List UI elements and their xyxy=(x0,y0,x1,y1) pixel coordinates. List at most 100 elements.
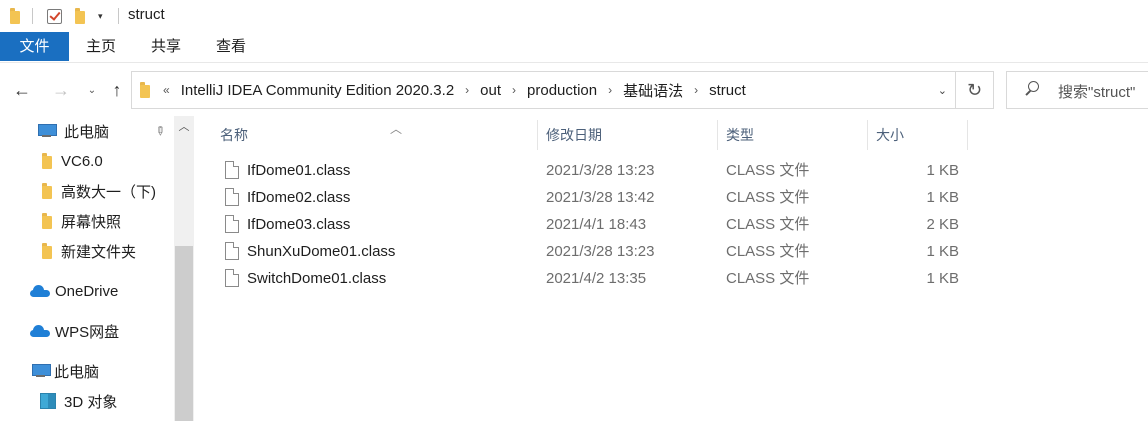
search-placeholder: 搜索"struct" xyxy=(1058,84,1136,101)
file-icon xyxy=(225,215,239,233)
column-header-type[interactable]: 类型 xyxy=(719,120,867,150)
recent-locations-chevron-icon[interactable]: ⌄ xyxy=(81,79,103,101)
file-modified: 2021/3/28 13:23 xyxy=(546,243,655,260)
table-row[interactable]: ShunXuDome01.class 2021/3/28 13:23 CLASS… xyxy=(194,238,1148,265)
column-divider[interactable] xyxy=(537,120,538,150)
file-name: IfDome01.class xyxy=(247,162,351,179)
cloud-icon xyxy=(30,325,50,337)
file-icon xyxy=(225,269,239,287)
nav-item-vc6[interactable]: VC6.0 xyxy=(42,148,103,174)
tab-share[interactable]: 共享 xyxy=(141,32,191,61)
file-list: ︿ 名称 修改日期 类型 大小 IfDome01.class 2021/3/28… xyxy=(194,116,1148,421)
nav-item-this-pc[interactable]: 此电脑 xyxy=(32,358,99,384)
file-name: ShunXuDome01.class xyxy=(247,243,396,260)
folder-icon xyxy=(42,213,52,229)
chevron-right-icon[interactable]: › xyxy=(689,83,703,97)
search-icon xyxy=(1025,81,1039,95)
nav-item-label: 3D 对象 xyxy=(64,393,118,411)
table-row[interactable]: IfDome02.class 2021/3/28 13:42 CLASS 文件 … xyxy=(194,184,1148,211)
column-header-label: 名称 xyxy=(220,127,248,143)
file-type: CLASS 文件 xyxy=(726,270,810,287)
nav-item-new-folder[interactable]: 新建文件夹 xyxy=(42,238,136,264)
chevron-right-icon[interactable]: › xyxy=(507,83,521,97)
pin-icon[interactable]: ✎ xyxy=(152,122,169,139)
navigation-pane: 此电脑 ✎ VC6.0 高数大一（下) 屏幕快照 新建文件夹 OneDrive … xyxy=(0,116,194,421)
file-modified: 2021/3/28 13:42 xyxy=(546,189,655,206)
cube-icon xyxy=(40,393,56,409)
tab-file[interactable]: 文件 xyxy=(0,32,69,61)
forward-arrow-icon[interactable]: → xyxy=(50,79,72,101)
breadcrumb-item[interactable]: 基础语法 xyxy=(617,80,689,101)
refresh-icon[interactable]: ↻ xyxy=(956,71,994,109)
nav-item-label: 高数大一（下) xyxy=(61,183,156,201)
nav-item-label: OneDrive xyxy=(55,282,119,300)
nav-item-onedrive[interactable]: OneDrive xyxy=(30,278,118,304)
nav-item-label: WPS网盘 xyxy=(55,323,120,341)
column-header-modified[interactable]: 修改日期 xyxy=(539,120,717,150)
nav-item-math-folder[interactable]: 高数大一（下) xyxy=(42,178,156,204)
breadcrumb: « IntelliJ IDEA Community Edition 2020.3… xyxy=(140,72,752,108)
chevron-right-icon[interactable]: › xyxy=(460,83,474,97)
address-bar[interactable]: « IntelliJ IDEA Community Edition 2020.3… xyxy=(131,71,956,109)
breadcrumb-item[interactable]: IntelliJ IDEA Community Edition 2020.3.2 xyxy=(175,82,460,99)
file-modified: 2021/3/28 13:23 xyxy=(546,162,655,179)
column-header-name[interactable]: ︿ 名称 xyxy=(213,120,538,150)
search-input[interactable]: 搜索"struct" xyxy=(1006,71,1148,109)
address-history-dropdown-icon[interactable]: ⌄ xyxy=(938,84,947,97)
sort-ascending-icon: ︿ xyxy=(390,122,403,136)
cloud-icon xyxy=(30,285,50,297)
title-bar: ▾ struct xyxy=(0,0,1148,32)
tab-home[interactable]: 主页 xyxy=(76,32,126,61)
nav-item-3d-objects[interactable]: 3D 对象 xyxy=(40,388,117,414)
column-divider[interactable] xyxy=(867,120,868,150)
nav-item-label: 此电脑 xyxy=(64,123,110,141)
nav-item-wps-drive[interactable]: WPS网盘 xyxy=(30,318,119,344)
file-name: IfDome03.class xyxy=(247,216,351,233)
table-row[interactable]: IfDome01.class 2021/3/28 13:23 CLASS 文件 … xyxy=(194,157,1148,184)
customize-toolbar-dropdown-icon[interactable]: ▾ xyxy=(98,7,103,25)
file-size: 1 KB xyxy=(926,162,959,179)
column-divider[interactable] xyxy=(967,120,968,150)
folder-icon xyxy=(10,7,20,25)
table-row[interactable]: IfDome03.class 2021/4/1 18:43 CLASS 文件 2… xyxy=(194,211,1148,238)
new-folder-icon[interactable] xyxy=(75,7,85,25)
divider xyxy=(32,8,33,24)
tab-view[interactable]: 查看 xyxy=(206,32,256,61)
file-type: CLASS 文件 xyxy=(726,243,810,260)
breadcrumb-item[interactable]: out xyxy=(474,82,507,99)
column-header-size[interactable]: 大小 xyxy=(869,120,967,150)
ribbon-tabs: 文件 主页 共享 查看 xyxy=(0,32,1148,62)
scroll-thumb[interactable] xyxy=(175,246,193,421)
breadcrumb-overflow[interactable]: « xyxy=(158,83,175,97)
nav-item-label: VC6.0 xyxy=(61,152,103,170)
table-row[interactable]: SwitchDome01.class 2021/4/2 13:35 CLASS … xyxy=(194,265,1148,292)
file-modified: 2021/4/1 18:43 xyxy=(546,216,647,233)
nav-item-screenshots[interactable]: 屏幕快照 xyxy=(42,208,121,234)
folder-icon xyxy=(42,183,52,199)
file-type: CLASS 文件 xyxy=(726,216,810,233)
nav-item-label: 新建文件夹 xyxy=(61,243,137,261)
file-size: 2 KB xyxy=(926,216,959,233)
back-arrow-icon[interactable]: ← xyxy=(11,79,33,101)
computer-icon xyxy=(38,124,57,138)
folder-icon xyxy=(42,243,52,259)
file-icon xyxy=(225,188,239,206)
window-title: struct xyxy=(128,6,165,23)
chevron-right-icon[interactable]: › xyxy=(603,83,617,97)
scroll-up-icon[interactable]: ︿ xyxy=(174,118,194,136)
breadcrumb-item[interactable]: production xyxy=(521,82,603,99)
nav-item-label: 屏幕快照 xyxy=(61,213,122,231)
address-row: ← → ⌄ ↑ « IntelliJ IDEA Community Editio… xyxy=(0,62,1148,116)
divider xyxy=(118,8,119,24)
breadcrumb-item[interactable]: struct xyxy=(703,82,752,99)
file-icon xyxy=(225,161,239,179)
file-icon xyxy=(225,242,239,260)
nav-item-this-pc-quick[interactable]: 此电脑 xyxy=(38,118,109,144)
file-size: 1 KB xyxy=(926,270,959,287)
properties-check-icon[interactable] xyxy=(47,7,62,25)
file-name: IfDome02.class xyxy=(247,189,351,206)
nav-scrollbar[interactable]: ︿ xyxy=(174,116,194,421)
up-arrow-icon[interactable]: ↑ xyxy=(106,79,128,101)
folder-icon xyxy=(42,153,52,169)
column-divider[interactable] xyxy=(717,120,718,150)
